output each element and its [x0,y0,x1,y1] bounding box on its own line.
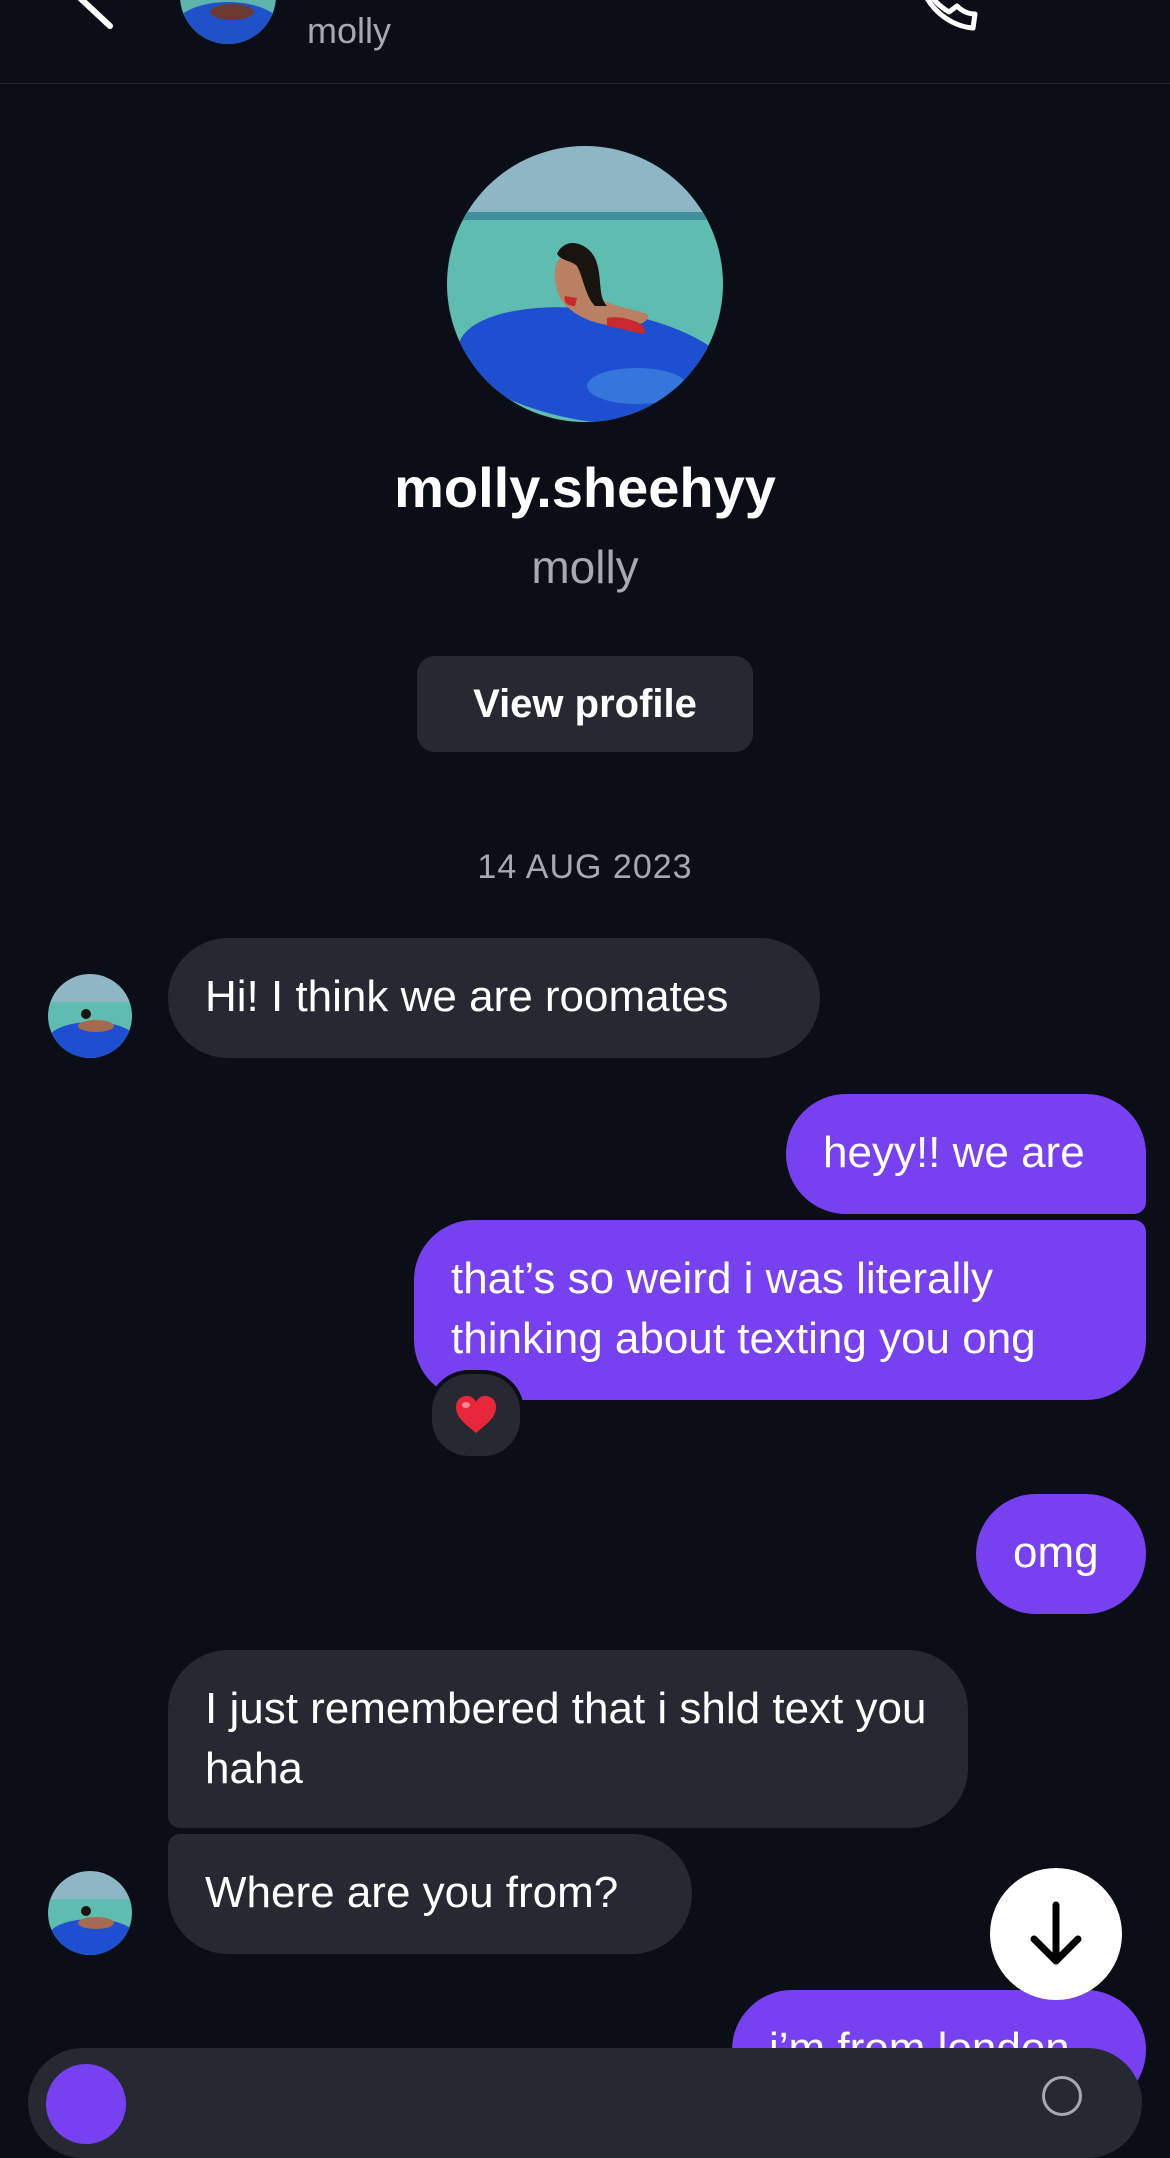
profile-username: molly.sheehyy [394,456,776,519]
video-call-button[interactable] [1045,0,1135,40]
message-bubble-incoming[interactable]: I just remembered that i shld text you h… [168,1650,968,1828]
message-bubble-incoming[interactable]: Hi! I think we are roomates [168,938,820,1058]
profile-display-name: molly [531,541,639,593]
avatar-photo [48,974,132,1058]
message-bubble-outgoing[interactable]: heyy!! we are [786,1094,1146,1214]
sender-avatar[interactable] [48,1871,132,1955]
header-subtitle: molly [307,10,392,51]
message-bubble-outgoing[interactable]: omg [976,1494,1146,1614]
scroll-to-bottom-button[interactable] [990,1868,1122,2000]
heart-icon [456,1396,496,1433]
back-button[interactable] [58,0,128,40]
sticker-icon[interactable] [1042,2076,1082,2116]
message-composer[interactable] [28,2048,1142,2158]
phone-icon [925,0,978,31]
sender-avatar[interactable] [48,974,132,1058]
message-bubble-outgoing[interactable]: that’s so weird i was literally thinking… [414,1220,1146,1400]
chevron-left-icon [77,0,113,29]
reaction-badge[interactable]: ❤️ [428,1370,524,1460]
message-bubble-incoming[interactable]: Where are you from? [168,1834,692,1954]
avatar-photo [48,1871,132,1955]
voice-call-button[interactable] [905,0,985,40]
profile-photo [447,146,723,422]
view-profile-button[interactable]: View profile [417,656,753,752]
date-divider: 14 AUG 2023 [477,848,693,886]
header-avatar[interactable] [180,0,276,44]
avatar-photo [180,0,276,44]
camera-button[interactable] [46,2064,126,2144]
video-camera-icon [1045,0,1135,40]
arrow-down-icon [1030,1901,1082,1965]
profile-avatar[interactable] [447,146,723,422]
chat-header: molly [0,0,1170,84]
